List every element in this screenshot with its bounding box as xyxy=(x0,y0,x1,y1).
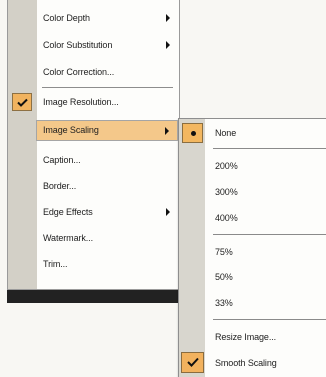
menu-item-label: Watermark... xyxy=(43,233,93,243)
menu-separator xyxy=(213,148,326,149)
menu-item-label: 300% xyxy=(215,187,238,197)
menu-item-label: Caption... xyxy=(43,155,81,165)
submenu-item-300[interactable]: 300% xyxy=(179,180,326,204)
menu-item-watermark[interactable]: Watermark... xyxy=(8,226,179,250)
check-indicator xyxy=(181,352,204,373)
menu-item-label: 400% xyxy=(215,213,238,223)
submenu-item-50[interactable]: 50% xyxy=(179,265,326,289)
submenu-item-200[interactable]: 200% xyxy=(179,154,326,178)
menu-item-image-scaling[interactable]: Image Scaling xyxy=(36,120,178,141)
menu-item-label: Color Correction... xyxy=(43,67,115,77)
menu-item-image-resolution[interactable]: Image Resolution... xyxy=(8,90,179,114)
menu-item-caption[interactable]: Caption... xyxy=(8,148,179,172)
menu-item-label: Image Scaling xyxy=(43,125,99,135)
submenu-item-400[interactable]: 400% xyxy=(179,206,326,230)
menu-item-label: Color Substitution xyxy=(43,40,113,50)
check-indicator xyxy=(12,93,32,111)
menu-item-label: Trim... xyxy=(43,259,68,269)
submenu-item-75[interactable]: 75% xyxy=(179,240,326,264)
submenu-arrow-icon xyxy=(165,127,169,135)
menu-item-label: None xyxy=(215,128,237,138)
radio-bullet-icon xyxy=(191,131,196,136)
menu-item-color-correction[interactable]: Color Correction... xyxy=(8,60,179,84)
selected-indicator xyxy=(182,123,203,143)
check-icon xyxy=(17,98,28,107)
menu-item-label: 50% xyxy=(215,272,233,282)
submenu-item-resize-image[interactable]: Resize Image... xyxy=(179,325,326,349)
menu-separator xyxy=(213,234,326,235)
menu-item-border[interactable]: Border... xyxy=(8,174,179,198)
check-icon xyxy=(187,357,199,367)
menu-separator xyxy=(213,319,326,320)
menu-item-color-substitution[interactable]: Color Substitution xyxy=(8,33,179,57)
submenu-arrow-icon xyxy=(166,208,170,216)
menu-item-label: Edge Effects xyxy=(43,207,93,217)
menu-item-label: Color Depth xyxy=(43,13,90,23)
menu-item-label: 75% xyxy=(215,247,233,257)
submenu-item-33[interactable]: 33% xyxy=(179,291,326,315)
window-light-strip xyxy=(7,303,180,317)
image-context-menu: Color Depth Color Substitution Color Cor… xyxy=(7,0,180,290)
menu-item-label: Smooth Scaling xyxy=(215,358,277,368)
menu-item-label: 33% xyxy=(215,298,233,308)
menu-item-label: Resize Image... xyxy=(215,332,277,342)
image-scaling-submenu: None 200% 300% 400% 75% 50% 33% Resize I… xyxy=(178,118,326,377)
menu-item-trim[interactable]: Trim... xyxy=(8,252,179,276)
menu-item-label: Image Resolution... xyxy=(43,97,119,107)
submenu-arrow-icon xyxy=(166,41,170,49)
menu-item-label: 200% xyxy=(215,161,238,171)
menu-separator xyxy=(42,87,173,88)
submenu-arrow-icon xyxy=(166,14,170,22)
menu-item-label: Border... xyxy=(43,181,77,191)
menu-item-color-depth[interactable]: Color Depth xyxy=(8,6,179,30)
menu-item-edge-effects[interactable]: Edge Effects xyxy=(8,200,179,224)
